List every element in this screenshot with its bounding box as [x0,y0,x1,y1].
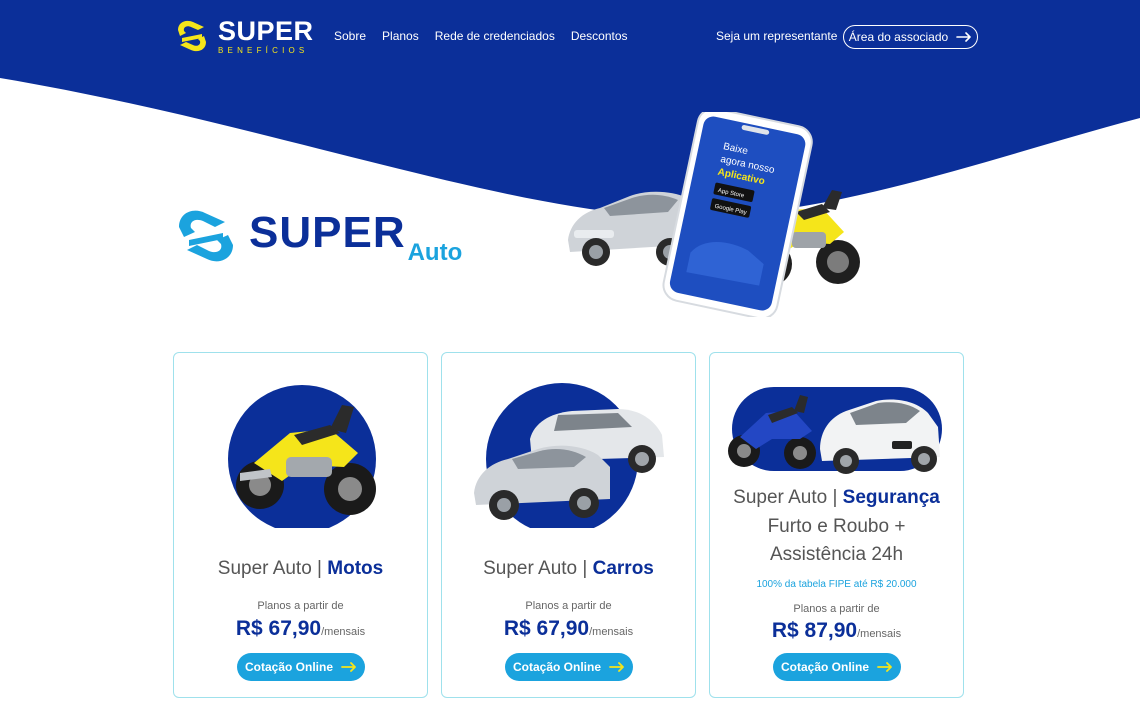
seguranca-image [710,353,965,478]
arrow-right-icon [877,662,892,672]
nav-item-rede-de-credenciados[interactable]: Rede de credenciados [435,29,555,43]
logo-subtitle: BENEFÍCIOS [218,45,309,55]
nav-item-sobre[interactable]: Sobre [334,29,366,43]
quote-online-label: Cotação Online [244,660,333,674]
site-logo[interactable]: SUPER BENEFÍCIOS [172,16,314,56]
plan-card-motos: Super Auto | Motos Planos a partir de R$… [173,352,428,698]
arrow-right-icon [956,32,972,42]
plan-card-seguranca: Super Auto | Segurança Furto e Roubo + A… [709,352,964,698]
brand-auto-text: Auto [407,239,463,266]
brand-super-text: SUPER [249,208,406,257]
nav-item-planos[interactable]: Planos [382,29,419,43]
arrow-right-icon [341,662,356,672]
associate-area-label: Área do associado [848,30,949,44]
card-title-prefix: Super Auto | [483,558,593,579]
card-title-prefix: Super Auto | [733,487,843,508]
card-title-accent: Carros [592,558,654,579]
quote-online-label: Cotação Online [512,660,601,674]
top-navigation: SUPER BENEFÍCIOS Sobre Planos Rede de cr… [0,0,1140,74]
price-amount: R$ 67,90 [235,617,322,640]
logo-wordmark: SUPER [218,15,314,46]
motos-image [174,353,429,533]
card-title-prefix: Super Auto | [217,558,328,579]
card-title-accent: Segurança [842,487,940,508]
card-note-fipe: 100% da tabela FIPE até R$ 20.000 [756,579,917,590]
carros-image [442,353,697,535]
super-auto-logo-icon [179,210,233,262]
smartphone-icon: Baixe agora nosso Aplicativo App Store G… [662,107,813,320]
associate-area-button[interactable]: Área do associado [843,25,978,49]
card-title-motos: Super Auto | Motos [174,558,427,580]
card-title-seguranca: Super Auto | Segurança [710,487,963,509]
card-subtitle-line-1: Furto e Roubo + [767,516,906,537]
super-logo-icon [178,20,206,52]
card-title-carros: Super Auto | Carros [442,558,695,580]
plan-card-carros: Super Auto | Carros Planos a partir de R… [441,352,696,698]
super-auto-brand: SUPER Auto [173,203,462,269]
price-period: /mensais [589,626,634,638]
main-nav: Sobre Planos Rede de credenciados Descon… [334,29,628,43]
card-subtitle-line-2: Assistência 24h [769,544,904,565]
price-amount: R$ 67,90 [503,617,590,640]
plan-cards: Super Auto | Motos Planos a partir de R$… [173,352,964,698]
arrow-right-icon [609,662,624,672]
quote-online-button-motos[interactable]: Cotação Online [237,653,365,681]
card-from-label: Planos a partir de [257,600,344,612]
hero-illustration: Baixe agora nosso Aplicativo App Store G… [560,107,870,320]
representative-link[interactable]: Seja um representante [716,29,837,43]
price-period: /mensais [857,628,902,640]
card-price-motos: R$ 67,90/mensais [174,617,427,641]
quote-online-button-carros[interactable]: Cotação Online [505,653,633,681]
price-period: /mensais [321,626,366,638]
card-title-accent: Motos [327,558,384,579]
card-from-label: Planos a partir de [525,600,612,612]
card-price-seguranca: R$ 87,90/mensais [710,619,963,643]
quote-online-label: Cotação Online [780,660,869,674]
nav-item-descontos[interactable]: Descontos [571,29,628,43]
quote-online-button-seguranca[interactable]: Cotação Online [773,653,901,681]
card-from-label: Planos a partir de [793,603,880,615]
card-price-carros: R$ 67,90/mensais [442,617,695,641]
price-amount: R$ 87,90 [771,619,858,642]
